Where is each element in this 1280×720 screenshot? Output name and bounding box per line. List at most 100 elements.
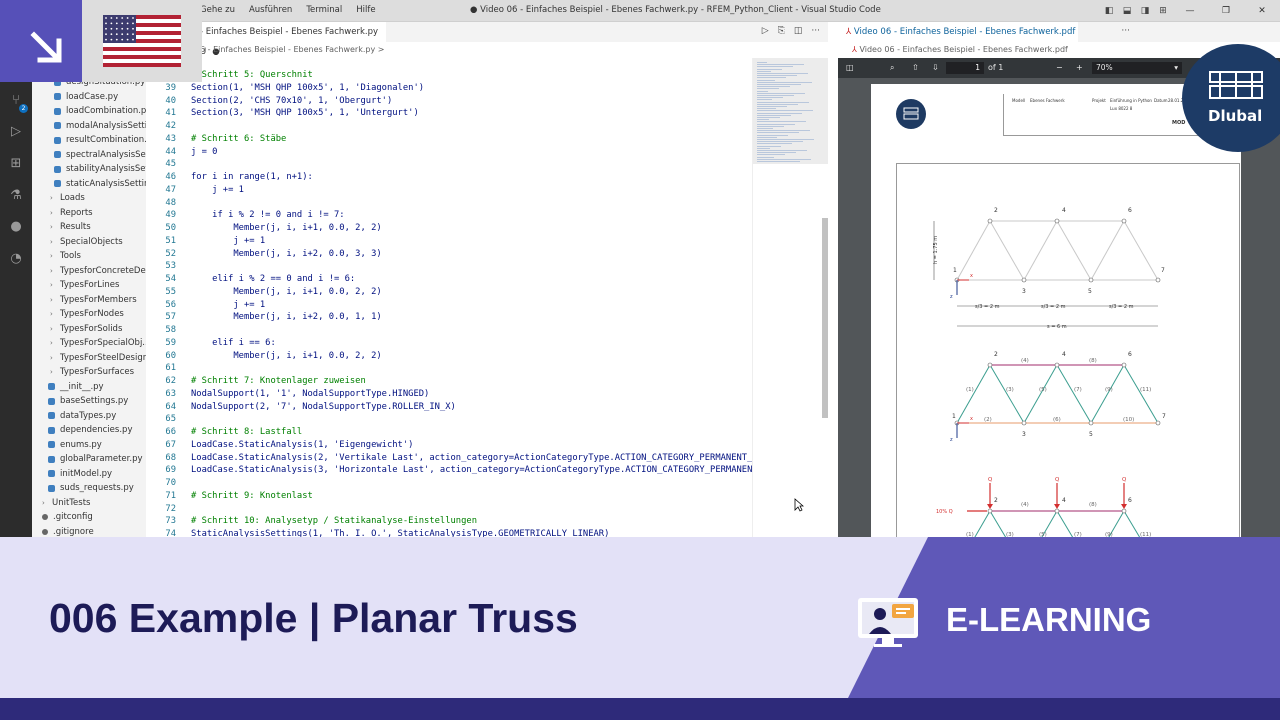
code-line[interactable]: 68 LoadCase.StaticAnalysis(2, 'Vertikale … xyxy=(146,452,768,465)
remote-explorer-icon[interactable]: ◔ xyxy=(7,250,25,268)
code-line[interactable]: 55 Member(j, i, i+1, 0.0, 2, 2) xyxy=(146,286,752,299)
file-item[interactable]: spectralAnalysisSet... xyxy=(54,148,146,162)
code-line[interactable]: 66 # Schritt 8: Lastfall xyxy=(146,426,752,439)
code-line[interactable]: 48 xyxy=(146,197,752,210)
file-item[interactable]: __init__.py xyxy=(48,380,104,394)
code-line[interactable]: 73 # Schritt 10: Analysetyp / Statikanaly… xyxy=(146,515,752,528)
code-line[interactable]: 53 xyxy=(146,260,752,273)
file-item[interactable]: resultCombination... xyxy=(54,133,146,147)
file-item[interactable]: initModel.py xyxy=(48,467,112,481)
code-line[interactable]: 67 LoadCase.StaticAnalysis(1, 'Eigengewic… xyxy=(146,439,752,452)
code-line[interactable]: 64 NodalSupport(2, '7', NodalSupportType.… xyxy=(146,401,752,414)
toggle-panel-icon[interactable]: ⬓ xyxy=(1118,0,1136,22)
more-actions-icon[interactable]: ··· xyxy=(811,26,820,36)
code-line[interactable]: 70 xyxy=(146,477,752,490)
folder-item[interactable]: › TypesForNodes xyxy=(50,307,124,321)
previous-page-icon[interactable]: ⇧ xyxy=(912,58,919,78)
run-file-icon[interactable]: ▷ xyxy=(762,26,769,36)
github-icon[interactable]: ● xyxy=(7,218,25,236)
file-item[interactable]: loadCombination.py xyxy=(54,104,146,118)
code-line[interactable]: 47 j += 1 xyxy=(146,184,752,197)
code-line[interactable]: 40 Section(2, 'CHS 70x10', 1, 'Obergurt') xyxy=(146,95,752,108)
code-line[interactable]: 52 Member(j, i, i+2, 0.0, 3, 3) xyxy=(146,248,752,261)
file-item[interactable]: globalParameter.py xyxy=(48,452,143,466)
folder-item[interactable]: › Tools xyxy=(50,249,81,263)
minimap[interactable] xyxy=(752,58,828,542)
menu-item[interactable]: Gehe zu xyxy=(200,5,235,15)
code-line[interactable]: 72 xyxy=(146,503,752,516)
file-item[interactable]: dataTypes.py xyxy=(48,409,116,423)
code-line[interactable]: 61 xyxy=(146,362,752,375)
next-page-icon[interactable]: ⇩ xyxy=(932,58,939,78)
testing-icon[interactable]: ⚗ xyxy=(7,187,25,205)
search-icon[interactable]: ⌕ xyxy=(890,58,894,78)
source-control-icon[interactable]: ⑂ 2 xyxy=(7,92,28,113)
zoom-select[interactable]: 70% ▾ xyxy=(1092,62,1182,74)
compare-changes-icon[interactable]: ⎘ xyxy=(778,26,785,36)
restore-button[interactable]: ❐ xyxy=(1208,0,1244,22)
file-item[interactable]: modalAnalysisSetti... xyxy=(54,119,146,133)
code-line[interactable]: 69 LoadCase.StaticAnalysis(3, 'Horizontal… xyxy=(146,464,768,477)
folder-item[interactable]: › TypesForMembers xyxy=(50,293,137,307)
menu-item[interactable]: Ausführen xyxy=(249,5,292,15)
code-line[interactable]: 63 NodalSupport(1, '1', NodalSupportType.… xyxy=(146,388,752,401)
file-item[interactable]: enums.py xyxy=(48,438,102,452)
file-item[interactable]: loadCase.py xyxy=(54,90,118,104)
code-line[interactable]: 60 Member(j, i, i+1, 0.0, 2, 2) xyxy=(146,350,752,363)
code-line[interactable]: 41 Section(3, 'MSH QHP 100x5', 1, 'Unterg… xyxy=(146,107,752,120)
folder-item[interactable]: › TypesforConcreteDe... xyxy=(50,264,146,278)
folder-item[interactable]: › TypesForSpecialObj... xyxy=(50,336,146,350)
code-line[interactable]: 50 Member(j, i, i+1, 0.0, 2, 2) xyxy=(146,222,752,235)
file-item[interactable]: suds_requests.py xyxy=(48,481,134,495)
code-line[interactable]: 62 # Schritt 7: Knotenlager zuweisen xyxy=(146,375,752,388)
code-line[interactable]: 51 j += 1 xyxy=(146,235,752,248)
root-item[interactable]: › UnitTests xyxy=(42,496,90,510)
code-line[interactable]: 39 Section(1, 'MSH QHP 100x5', 1, 'Diagon… xyxy=(146,82,752,95)
file-item[interactable]: stabilityAnalysisSet... xyxy=(54,162,146,176)
close-window-button[interactable]: ✕ xyxy=(1244,0,1280,22)
code-line[interactable]: 56 j += 1 xyxy=(146,299,752,312)
extensions-icon[interactable]: ⊞ xyxy=(7,155,25,173)
code-line[interactable]: 45 xyxy=(146,158,752,171)
toggle-sidebar-icon[interactable]: ◧ xyxy=(1100,0,1118,22)
code-area[interactable]: # Schritt 5: Querschnit 39 Section(1, 'MSH… xyxy=(146,69,768,539)
sidebar-toggle-icon[interactable]: ◫ xyxy=(846,58,854,78)
folder-item[interactable]: › Reports xyxy=(50,206,93,220)
folder-item[interactable]: › TypesForSolids xyxy=(50,322,122,336)
code-line[interactable]: 59 elif i == 6: xyxy=(146,337,752,350)
minimize-button[interactable]: — xyxy=(1172,0,1208,22)
code-line[interactable]: # Schritt 5: Querschnit xyxy=(146,69,752,82)
folder-item[interactable]: › Results xyxy=(50,220,91,234)
code-line[interactable]: 58 xyxy=(146,324,752,337)
code-line[interactable]: 54 elif i % 2 == 0 and i != 6: xyxy=(146,273,752,286)
split-editor-icon[interactable]: ◫ xyxy=(794,26,803,36)
pdf-more-actions-icon[interactable]: ··· xyxy=(1121,26,1130,36)
folder-item[interactable]: › SpecialObjects xyxy=(50,235,123,249)
code-line[interactable]: 49 if i % 2 != 0 and i != 7: xyxy=(146,209,752,222)
zoom-out-icon[interactable]: − xyxy=(1056,58,1063,78)
menu-item[interactable]: Terminal xyxy=(306,5,342,15)
folder-item[interactable]: › Loads xyxy=(50,191,85,205)
code-line[interactable]: 71 # Schritt 9: Knotenlast xyxy=(146,490,752,503)
file-item[interactable]: baseSettings.py xyxy=(48,394,128,408)
customize-layout-icon[interactable]: ⊞ xyxy=(1154,0,1172,22)
toggle-secondary-sidebar-icon[interactable]: ◨ xyxy=(1136,0,1154,22)
code-line[interactable]: 43 # Schritt 6: Stäbe xyxy=(146,133,752,146)
zoom-in-icon[interactable]: + xyxy=(1076,58,1083,78)
root-item[interactable]: .gitconfig xyxy=(42,510,93,524)
code-line[interactable]: 46 for i in range(1, n+1): xyxy=(146,171,752,184)
file-item[interactable]: staticAnalysisSettin... xyxy=(54,177,146,191)
menu-item[interactable]: Hilfe xyxy=(356,5,375,15)
folder-item[interactable]: › TypesForSteelDesign xyxy=(50,351,146,365)
pdf-tab[interactable]: ⅄ Video 06 - Einfaches Beispiel - Ebenes… xyxy=(838,22,1078,57)
code-line[interactable]: 65 xyxy=(146,413,752,426)
folder-item[interactable]: › TypesForSurfaces xyxy=(50,365,134,379)
code-line[interactable]: 44 j = 0 xyxy=(146,146,752,159)
run-debug-icon[interactable]: ▷ xyxy=(7,123,25,141)
code-line[interactable]: 42 xyxy=(146,120,752,133)
editor-scrollbar[interactable] xyxy=(822,218,828,418)
code-line[interactable]: 57 Member(j, i, i+2, 0.0, 1, 1) xyxy=(146,311,752,324)
file-item[interactable]: dependencies.py xyxy=(48,423,132,437)
folder-item[interactable]: › TypesForLines xyxy=(50,278,119,292)
page-number-input[interactable]: 1 xyxy=(946,62,984,74)
